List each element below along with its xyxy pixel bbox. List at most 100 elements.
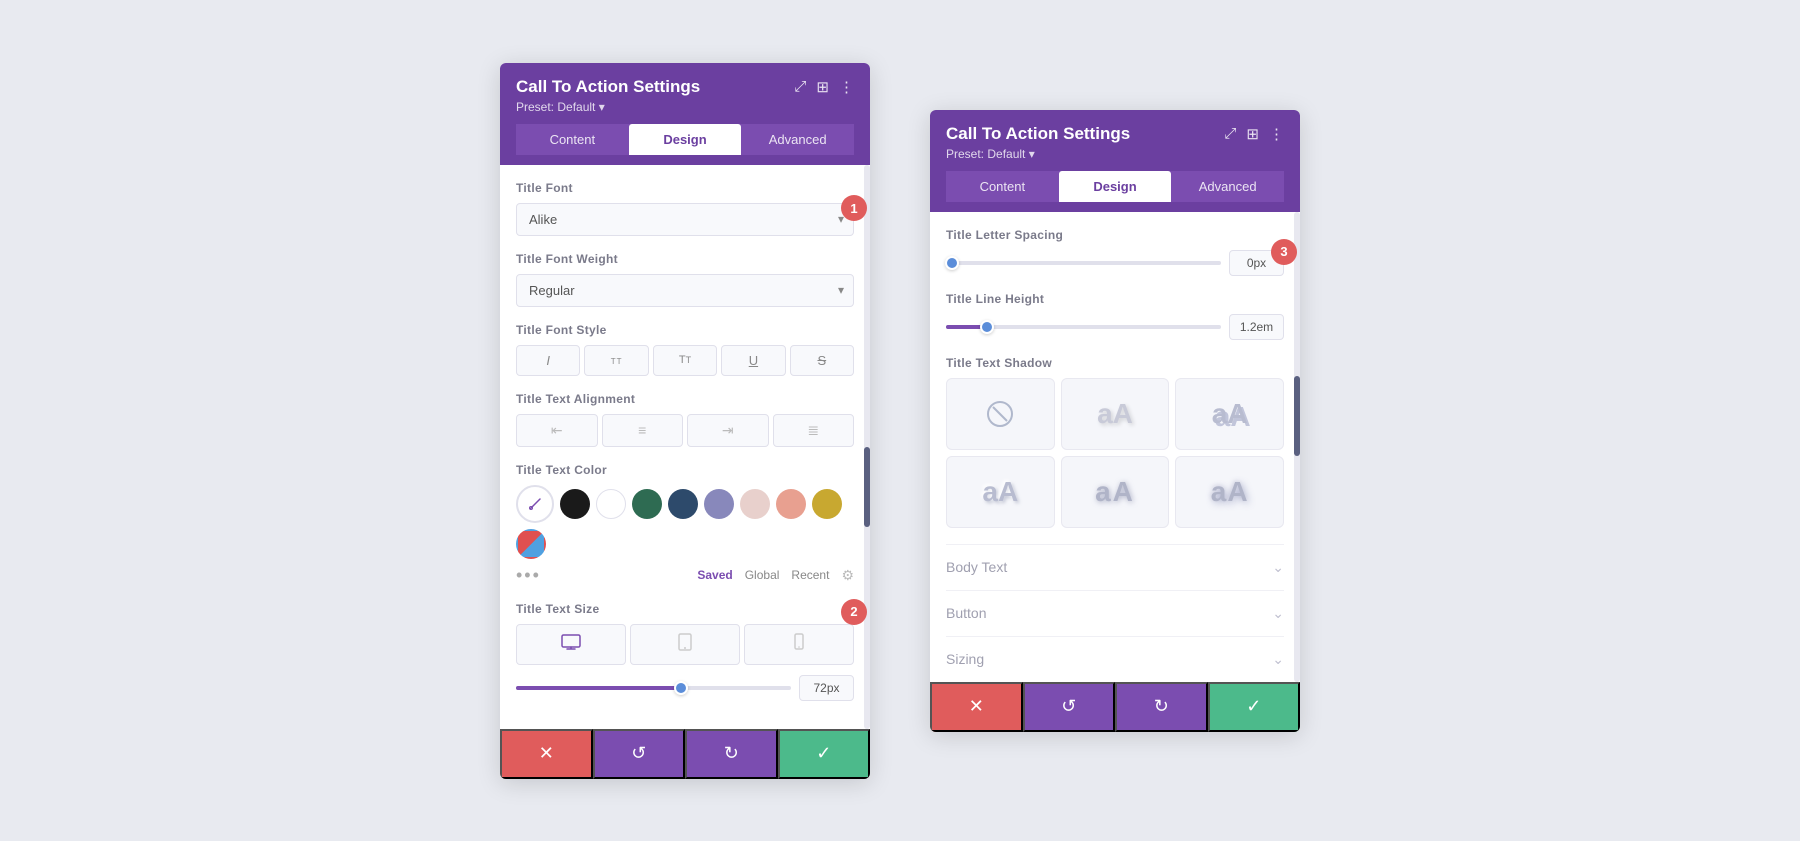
title-size-slider-track[interactable] xyxy=(516,686,791,690)
title-font-select[interactable]: Alike xyxy=(516,203,854,236)
tab-content-left[interactable]: Content xyxy=(516,124,629,155)
color-more-row: ••• Saved Global Recent ⚙ xyxy=(516,565,854,586)
title-text-size-label: Title Text Size xyxy=(516,602,854,616)
align-left-btn[interactable]: ⇤ xyxy=(516,414,598,447)
body-text-section[interactable]: Body Text ⌄ xyxy=(946,544,1284,590)
right-panel-body: Title Letter Spacing 0px 3 Title Line He… xyxy=(930,212,1300,682)
color-tab-saved[interactable]: Saved xyxy=(697,568,732,582)
color-tab-recent[interactable]: Recent xyxy=(791,568,829,582)
align-center-btn[interactable]: ≡ xyxy=(602,414,684,447)
style-italic-btn[interactable]: I xyxy=(516,345,580,376)
letter-spacing-thumb[interactable] xyxy=(945,256,959,270)
shadow-none-option[interactable] xyxy=(946,378,1055,450)
color-pink-light[interactable] xyxy=(740,489,770,519)
redo-btn-left[interactable]: ↻ xyxy=(685,729,778,779)
title-font-weight-select-wrapper: Regular ▾ xyxy=(516,274,854,307)
right-panel-footer: ✕ ↺ ↻ ✓ xyxy=(930,682,1300,732)
scrollbar-track xyxy=(864,165,870,729)
title-size-value[interactable]: 72px xyxy=(799,675,854,701)
style-small-caps-btn[interactable]: TT xyxy=(653,345,717,376)
shadow-preview-3: aA xyxy=(982,476,1018,508)
save-btn-right[interactable]: ✓ xyxy=(1208,682,1301,732)
button-section[interactable]: Button ⌄ xyxy=(946,590,1284,636)
more-colors-btn[interactable]: ••• xyxy=(516,565,541,586)
screen-resize-icon[interactable]: ⤢ xyxy=(794,78,806,95)
left-panel-footer: ✕ ↺ ↻ ✓ xyxy=(500,729,870,779)
left-panel-header: Call To Action Settings ⤢ ⊞ ⋮ Preset: De… xyxy=(500,63,870,165)
scrollbar-thumb-right[interactable] xyxy=(1294,376,1300,456)
eyedropper-btn[interactable] xyxy=(516,485,554,523)
title-font-style-label: Title Font Style xyxy=(516,323,854,337)
color-tab-global[interactable]: Global xyxy=(745,568,780,582)
tab-advanced-right[interactable]: Advanced xyxy=(1171,171,1284,202)
undo-btn-left[interactable]: ↺ xyxy=(593,729,686,779)
color-red[interactable] xyxy=(516,529,546,559)
undo-btn-right[interactable]: ↺ xyxy=(1023,682,1116,732)
title-size-slider-thumb[interactable] xyxy=(674,681,688,695)
tab-advanced-left[interactable]: Advanced xyxy=(741,124,854,155)
shadow-option-3[interactable]: aA xyxy=(946,456,1055,528)
tab-design-right[interactable]: Design xyxy=(1059,171,1172,202)
letter-spacing-slider-track[interactable] xyxy=(946,261,1221,265)
device-tablet-btn[interactable] xyxy=(630,624,740,665)
more-vert-icon[interactable]: ⋮ xyxy=(839,78,854,96)
left-panel: Call To Action Settings ⤢ ⊞ ⋮ Preset: De… xyxy=(500,63,870,779)
color-black[interactable] xyxy=(560,489,590,519)
device-mobile-btn[interactable] xyxy=(744,624,854,665)
align-justify-btn[interactable]: ≣ xyxy=(773,414,855,447)
tab-design-left[interactable]: Design xyxy=(629,124,742,155)
columns-icon-right[interactable]: ⊞ xyxy=(1246,125,1259,143)
title-size-slider-row: 72px xyxy=(516,675,854,701)
shadow-option-1[interactable]: aA xyxy=(1061,378,1170,450)
title-text-color-group: Title Text Color ••• xyxy=(516,463,854,586)
shadow-preview-4: aA xyxy=(1095,476,1135,508)
color-navy[interactable] xyxy=(668,489,698,519)
columns-icon[interactable]: ⊞ xyxy=(816,78,829,96)
tab-content-right[interactable]: Content xyxy=(946,171,1059,202)
shadow-preview-2: aA xyxy=(1212,398,1248,430)
screen-resize-icon-right[interactable]: ⤢ xyxy=(1224,125,1236,142)
scrollbar-thumb[interactable] xyxy=(864,447,870,527)
shadow-option-2[interactable]: aA xyxy=(1175,378,1284,450)
title-text-color-label: Title Text Color xyxy=(516,463,854,477)
color-salmon[interactable] xyxy=(776,489,806,519)
line-height-thumb[interactable] xyxy=(980,320,994,334)
device-desktop-btn[interactable] xyxy=(516,624,626,665)
shadow-option-5[interactable]: aA xyxy=(1175,456,1284,528)
color-green[interactable] xyxy=(632,489,662,519)
align-right-btn[interactable]: ⇥ xyxy=(687,414,769,447)
redo-btn-right[interactable]: ↻ xyxy=(1115,682,1208,732)
style-strikethrough-btn[interactable]: S xyxy=(790,345,854,376)
badge-1: 1 xyxy=(841,195,867,221)
title-letter-spacing-label: Title Letter Spacing xyxy=(946,228,1284,242)
title-text-alignment-group: Title Text Alignment ⇤ ≡ ⇥ ≣ xyxy=(516,392,854,447)
style-caps-btn[interactable]: TT xyxy=(584,345,648,376)
button-label: Button xyxy=(946,605,986,621)
save-btn-left[interactable]: ✓ xyxy=(778,729,871,779)
title-line-height-label: Title Line Height xyxy=(946,292,1284,306)
line-height-value[interactable]: 1.2em xyxy=(1229,314,1284,340)
left-panel-preset[interactable]: Preset: Default ▾ xyxy=(516,100,854,114)
body-text-chevron: ⌄ xyxy=(1272,559,1284,576)
style-underline-btn[interactable]: U xyxy=(721,345,785,376)
right-panel-preset[interactable]: Preset: Default ▾ xyxy=(946,147,1284,161)
title-font-weight-select[interactable]: Regular xyxy=(516,274,854,307)
cancel-btn-left[interactable]: ✕ xyxy=(500,729,593,779)
sizing-section[interactable]: Sizing ⌄ xyxy=(946,636,1284,682)
title-font-style-group: Title Font Style I TT TT U S xyxy=(516,323,854,376)
line-height-slider-row: 1.2em xyxy=(946,314,1284,340)
more-vert-icon-right[interactable]: ⋮ xyxy=(1269,125,1284,143)
title-font-label: Title Font xyxy=(516,181,854,195)
color-lavender[interactable] xyxy=(704,489,734,519)
color-gold[interactable] xyxy=(812,489,842,519)
shadow-option-4[interactable]: aA xyxy=(1061,456,1170,528)
title-text-shadow-group: Title Text Shadow aA aA aA aA aA xyxy=(946,356,1284,528)
left-panel-title: Call To Action Settings xyxy=(516,77,700,97)
badge-2: 2 xyxy=(841,599,867,625)
cancel-btn-right[interactable]: ✕ xyxy=(930,682,1023,732)
left-panel-tabs: Content Design Advanced xyxy=(516,124,854,155)
color-white[interactable] xyxy=(596,489,626,519)
color-settings-icon[interactable]: ⚙ xyxy=(841,567,854,584)
line-height-slider-track[interactable] xyxy=(946,325,1221,329)
title-font-style-buttons: I TT TT U S xyxy=(516,345,854,376)
